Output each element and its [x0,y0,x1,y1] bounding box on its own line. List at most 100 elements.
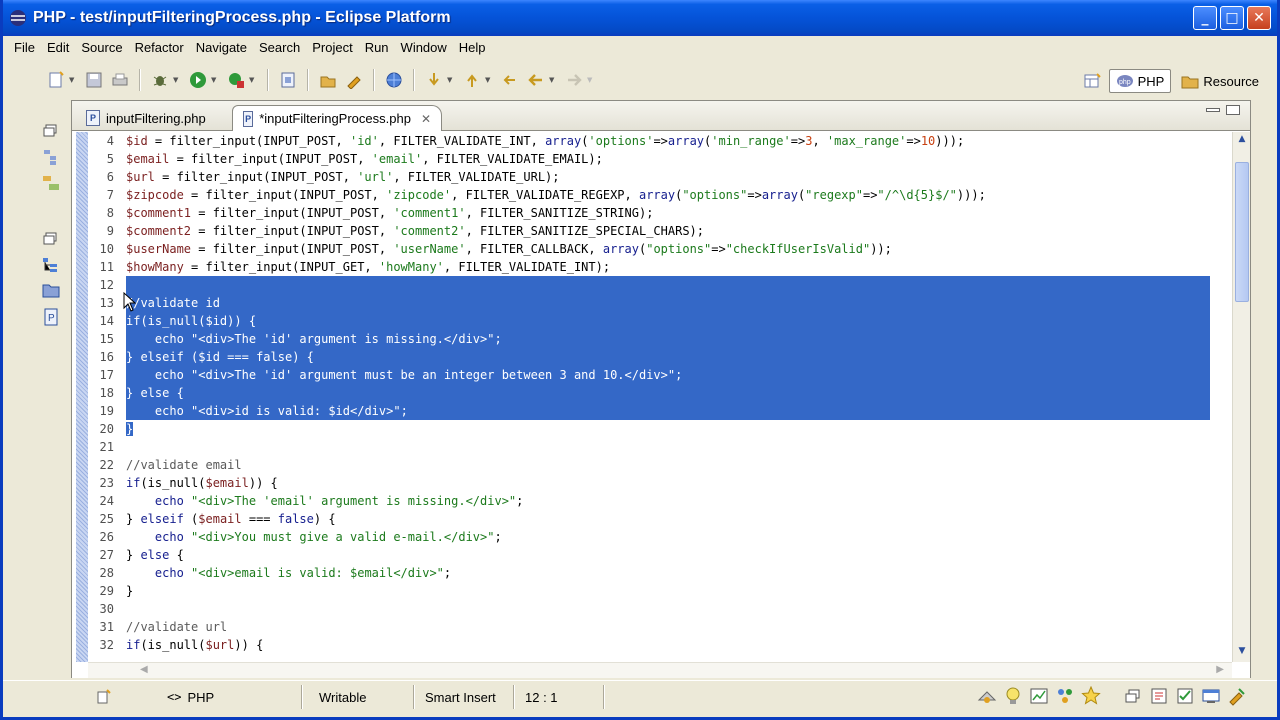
last-edit-icon[interactable] [499,69,521,91]
code-text[interactable]: } else { [126,384,1210,402]
scrollbar-thumb[interactable] [1235,162,1249,302]
restore-icon[interactable] [41,122,61,140]
code-line[interactable]: 20} [88,420,1210,438]
menu-search[interactable]: Search [254,40,307,55]
code-line[interactable]: 18} else { [88,384,1210,402]
code-text[interactable]: //validate id [126,294,1210,312]
code-line[interactable]: 5 $email = filter_input(INPUT_POST, 'emai… [88,150,1210,168]
scroll-up-icon[interactable]: ▲ [1235,134,1249,148]
vertical-scrollbar[interactable]: ▲ ▼ [1232,132,1250,662]
code-line[interactable]: 7 $zipcode = filter_input(INPUT_POST, 'zi… [88,186,1210,204]
code-line[interactable]: 28 echo "<div>email is valid: $email</di… [88,564,1210,582]
external-tools-icon[interactable] [225,69,247,91]
save-icon[interactable] [83,69,105,91]
code-text[interactable]: $comment2 = filter_input(INPUT_POST, 'co… [126,222,1210,240]
run-dropdown-icon[interactable]: ▼ [211,76,219,84]
code-line[interactable]: 32 if(is_null($url)) { [88,636,1210,654]
globe-icon[interactable] [383,69,405,91]
code-text[interactable]: $id = filter_input(INPUT_POST, 'id', FIL… [126,132,1210,150]
new-php-class-icon[interactable] [277,69,299,91]
code-text[interactable]: } else { [126,546,1210,564]
menu-navigate[interactable]: Navigate [191,40,254,55]
code-text[interactable]: echo "<div>The 'id' argument is missing.… [126,330,1210,348]
code-text[interactable]: $userName = filter_input(INPUT_POST, 'us… [126,240,1210,258]
code-line[interactable]: 26 echo "<div>You must give a valid e-ma… [88,528,1210,546]
perspective-php[interactable]: php PHP [1108,69,1172,93]
code-lines[interactable]: 4 $id = filter_input(INPUT_POST, 'id', FI… [88,132,1210,654]
menu-run[interactable]: Run [360,40,396,55]
code-line[interactable]: 12 [88,276,1210,294]
code-line[interactable]: 21 [88,438,1210,456]
tasks-icon[interactable] [1175,686,1195,706]
problems-icon[interactable] [1149,686,1169,706]
close-tab-icon[interactable]: ✕ [421,112,431,126]
code-line[interactable]: 14 if(is_null($id)) { [88,312,1210,330]
maximize-button[interactable]: □ [1220,6,1244,30]
project-outline-icon[interactable] [41,282,61,300]
debug-dropdown-icon[interactable]: ▼ [173,76,181,84]
code-line[interactable]: 17 echo "<div>The 'id' argument must be … [88,366,1210,384]
close-button[interactable]: ✕ [1247,6,1271,30]
code-text[interactable]: $url = filter_input(INPUT_POST, 'url', F… [126,168,1210,186]
code-text[interactable]: echo "<div>The 'id' argument must be an … [126,366,1210,384]
menu-source[interactable]: Source [76,40,129,55]
run-icon[interactable] [187,69,209,91]
code-line[interactable]: 4 $id = filter_input(INPUT_POST, 'id', FI… [88,132,1210,150]
menu-refactor[interactable]: Refactor [130,40,191,55]
code-line[interactable]: 9 $comment2 = filter_input(INPUT_POST, 'c… [88,222,1210,240]
code-line[interactable]: 23 if(is_null($email)) { [88,474,1210,492]
code-line[interactable]: 27} else { [88,546,1210,564]
code-text[interactable]: //validate url [126,618,1210,636]
open-type-icon[interactable] [317,69,339,91]
code-line[interactable]: 13 //validate id [88,294,1210,312]
outline-icon[interactable] [41,256,61,274]
code-line[interactable]: 8 $comment1 = filter_input(INPUT_POST, 'c… [88,204,1210,222]
next-annotation-dropdown-icon[interactable]: ▼ [447,76,455,84]
code-text[interactable] [126,276,1210,294]
tab-inputfilteringprocess[interactable]: P *inputFilteringProcess.php ✕ [232,105,442,131]
forward-dropdown-icon[interactable]: ▼ [587,76,595,84]
chart-icon[interactable] [1029,686,1049,706]
code-line[interactable]: 15 echo "<div>The 'id' argument is missi… [88,330,1210,348]
minimize-view-icon[interactable] [1206,108,1220,112]
code-text[interactable]: } [126,420,1210,438]
fast-view-icon[interactable] [95,688,113,706]
code-text[interactable]: echo "<div>You must give a valid e-mail.… [126,528,1210,546]
external-tools-dropdown-icon[interactable]: ▼ [249,76,257,84]
print-icon[interactable] [109,69,131,91]
title-bar[interactable]: PHP - test/inputFilteringProcess.php - E… [3,0,1277,36]
code-line[interactable]: 30 [88,600,1210,618]
code-text[interactable]: } [126,582,1210,600]
open-resource-icon[interactable] [343,69,365,91]
code-line[interactable]: 22 //validate email [88,456,1210,474]
scroll-down-icon[interactable]: ▼ [1235,646,1249,660]
back-icon[interactable] [525,69,547,91]
progress-icon[interactable] [1227,686,1247,706]
next-annotation-icon[interactable] [423,69,445,91]
menu-window[interactable]: Window [396,40,454,55]
new-dropdown-icon[interactable]: ▼ [69,76,77,84]
scroll-right-icon[interactable]: ▶ [1216,664,1224,675]
code-text[interactable]: } elseif ($id === false) { [126,348,1210,366]
code-text[interactable]: $email = filter_input(INPUT_POST, 'email… [126,150,1210,168]
code-line[interactable]: 19 echo "<div>id is valid: $id</div>"; [88,402,1210,420]
php-explorer-icon[interactable] [41,174,61,192]
code-text[interactable]: $zipcode = filter_input(INPUT_POST, 'zip… [126,186,1210,204]
code-text[interactable]: if(is_null($url)) { [126,636,1210,654]
previous-annotation-dropdown-icon[interactable]: ▼ [485,76,493,84]
code-line[interactable]: 31 //validate url [88,618,1210,636]
code-text[interactable]: echo "<div>The 'email' argument is missi… [126,492,1210,510]
open-perspective-icon[interactable] [1081,70,1103,92]
code-line[interactable]: 24 echo "<div>The 'email' argument is mi… [88,492,1210,510]
code-text[interactable]: } elseif ($email === false) { [126,510,1210,528]
scroll-left-icon[interactable]: ◀ [140,664,148,675]
menu-project[interactable]: Project [307,40,359,55]
code-text[interactable]: $comment1 = filter_input(INPUT_POST, 'co… [126,204,1210,222]
tab-inputfiltering[interactable]: P inputFiltering.php [76,105,226,131]
code-text[interactable]: //validate email [126,456,1210,474]
restore-icon[interactable] [41,230,61,248]
code-text[interactable]: if(is_null($email)) { [126,474,1210,492]
forward-icon[interactable] [563,69,585,91]
restore-icon[interactable] [1123,686,1143,706]
code-text[interactable]: echo "<div>email is valid: $email</div>"… [126,564,1210,582]
